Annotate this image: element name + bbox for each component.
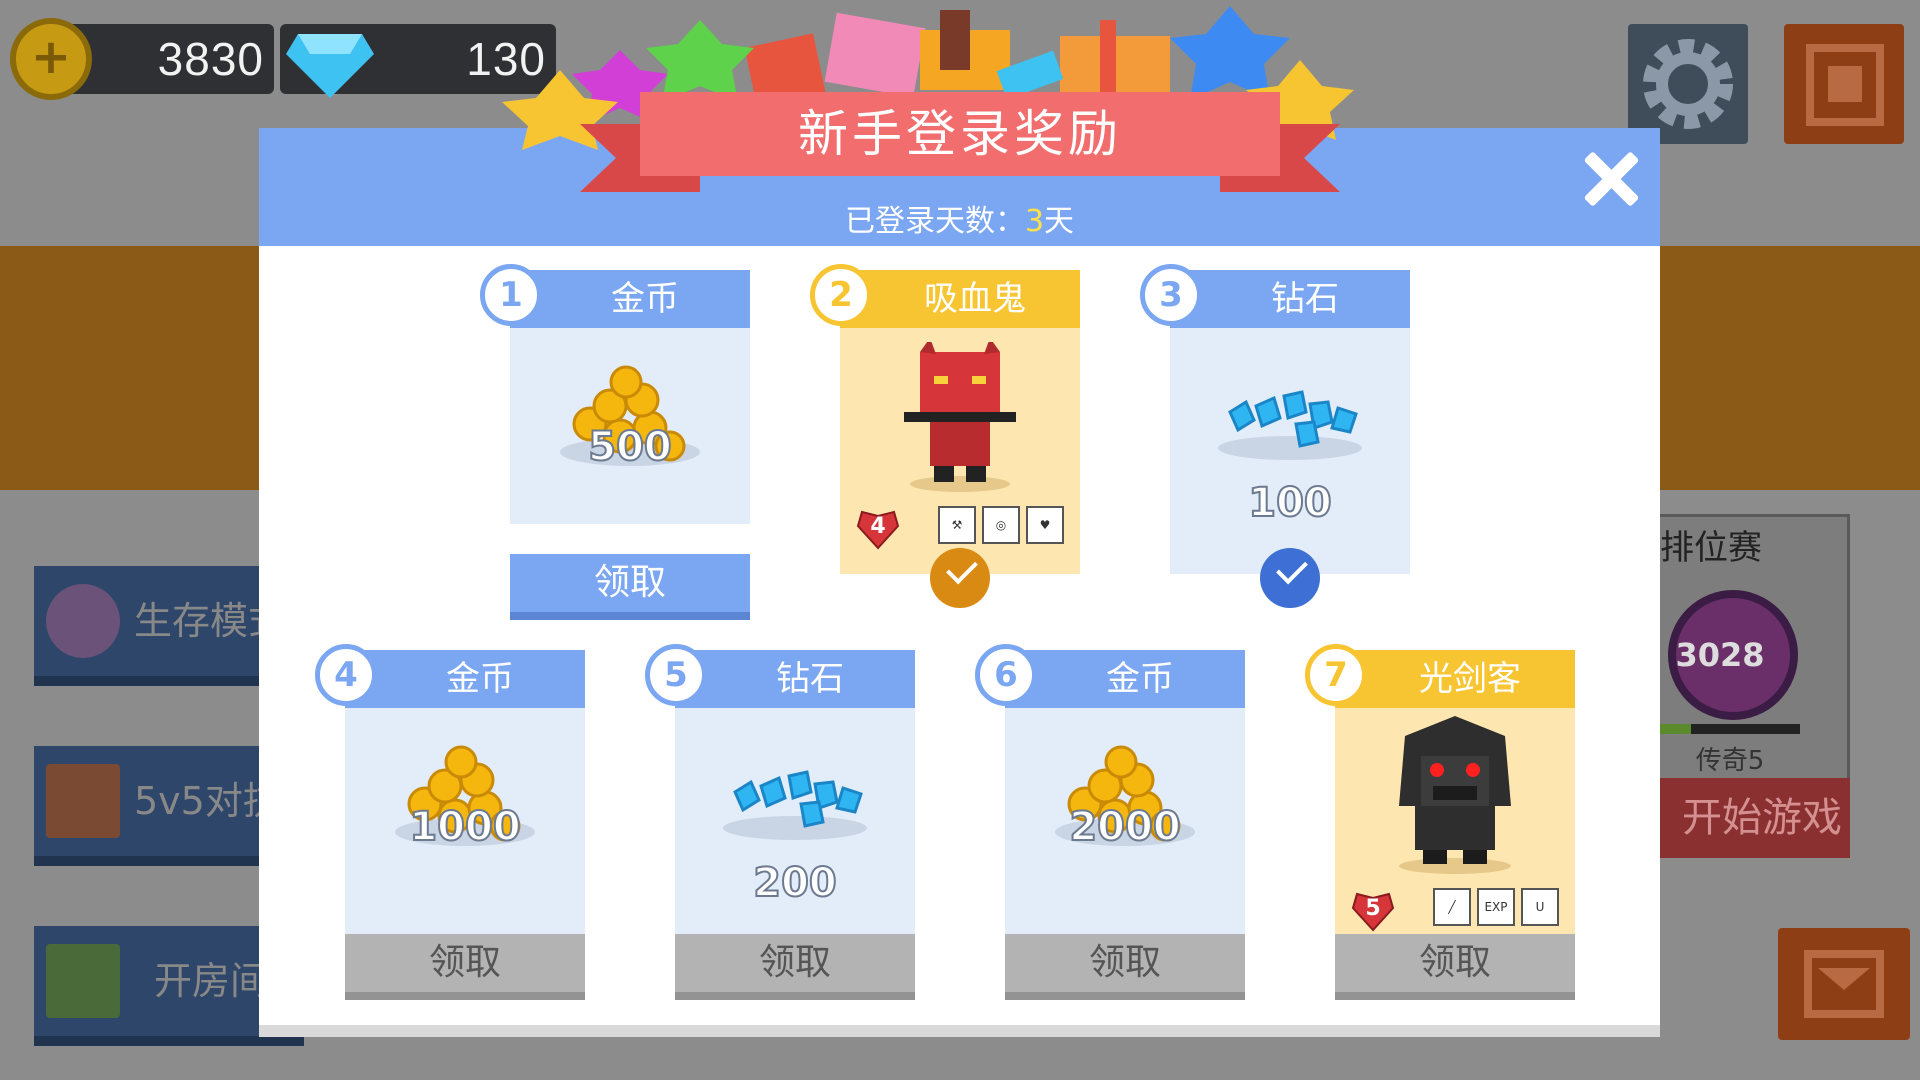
dialog-title: 新手登录奖励 xyxy=(640,92,1280,176)
day-badge: 3 xyxy=(1140,264,1202,326)
mail-icon xyxy=(1804,950,1884,1018)
reward-card-title: 钻石 xyxy=(1170,270,1410,328)
diamond-icon xyxy=(286,34,374,98)
reward-card-body: 100 xyxy=(1170,328,1410,574)
day-badge: 2 xyxy=(810,264,872,326)
reward-amount: 500 xyxy=(587,423,673,471)
claimed-check-icon xyxy=(1260,548,1320,608)
ranked-title: 排位赛 xyxy=(1660,528,1762,568)
gear-icon xyxy=(1643,39,1733,129)
newspaper-icon xyxy=(1806,44,1884,126)
news-button[interactable] xyxy=(1784,24,1904,144)
reward-card-body: 1000 xyxy=(345,708,585,936)
claim-button-day-6[interactable]: 领取 xyxy=(1005,934,1245,1000)
reward-amount: 100 xyxy=(1247,479,1333,527)
reward-card-title: 钻石 xyxy=(675,650,915,708)
hero-level: 4 xyxy=(870,514,886,539)
heart-drain-skill-icon: ♥ xyxy=(1026,506,1064,544)
coin-icon xyxy=(10,18,92,100)
reward-card-title: 吸血鬼 xyxy=(840,270,1080,328)
lightsaber-skill-icon: ╱ xyxy=(1433,888,1471,926)
coin-count: 3830 xyxy=(157,33,264,85)
diamond-pile-icon xyxy=(723,770,867,840)
day-badge: 6 xyxy=(975,644,1037,706)
reward-card-title: 金币 xyxy=(510,270,750,328)
day-badge: 4 xyxy=(315,644,377,706)
claim-button-day-4[interactable]: 领取 xyxy=(345,934,585,1000)
reward-card-body: 5 ╱ EXP U xyxy=(1335,708,1575,936)
reward-card-body: 200 xyxy=(675,708,915,936)
magnet-skill-icon: U xyxy=(1521,888,1559,926)
claim-button-day-1[interactable]: 领取 xyxy=(510,554,750,620)
claim-button-day-5[interactable]: 领取 xyxy=(675,934,915,1000)
target-skill-icon: ◎ xyxy=(982,506,1020,544)
hammer-skill-icon: ⚒ xyxy=(938,506,976,544)
shield-icon xyxy=(46,764,120,838)
close-button[interactable] xyxy=(1572,142,1648,218)
mail-button[interactable] xyxy=(1778,928,1910,1040)
login-days-value: 3 xyxy=(1024,204,1045,239)
skull-icon xyxy=(46,584,120,658)
hero-level: 5 xyxy=(1365,896,1381,921)
claim-button-day-7[interactable]: 领取 xyxy=(1335,934,1575,1000)
exp-skill-icon: EXP xyxy=(1477,888,1515,926)
login-days-suffix: 天 xyxy=(1044,204,1075,239)
diamond-pile-icon xyxy=(1218,390,1362,460)
rank-progress-fill xyxy=(1660,724,1691,734)
reward-amount: 200 xyxy=(752,859,838,907)
avatar-icon xyxy=(46,944,120,1018)
reward-card-title: 光剑客 xyxy=(1335,650,1575,708)
reward-amount: 2000 xyxy=(1068,803,1181,851)
day-badge: 7 xyxy=(1305,644,1367,706)
day-badge: 1 xyxy=(480,264,542,326)
rank-score: 3028 xyxy=(1675,636,1765,674)
start-game-button[interactable]: 开始游戏 xyxy=(1650,778,1850,858)
rank-tier: 传奇5 xyxy=(1695,746,1765,776)
day-badge: 5 xyxy=(645,644,707,706)
coin-counter: 3830 xyxy=(60,24,274,94)
reward-card-title: 金币 xyxy=(345,650,585,708)
reward-card-title: 金币 xyxy=(1005,650,1245,708)
reward-card-body: 500 xyxy=(510,328,750,524)
login-days-prefix: 已登录天数： xyxy=(844,204,1025,239)
lightsaber-hero-icon xyxy=(1399,716,1511,874)
vampire-hero-icon xyxy=(904,342,1016,492)
login-days-text: 已登录天数：3天 xyxy=(259,196,1660,240)
settings-button[interactable] xyxy=(1628,24,1748,144)
reward-card-body: 2000 xyxy=(1005,708,1245,936)
create-room-label: 开房间 xyxy=(154,959,269,1003)
reward-card-body: 4 ⚒ ◎ ♥ xyxy=(840,328,1080,574)
claimed-check-icon xyxy=(930,548,990,608)
reward-amount: 1000 xyxy=(408,803,521,851)
